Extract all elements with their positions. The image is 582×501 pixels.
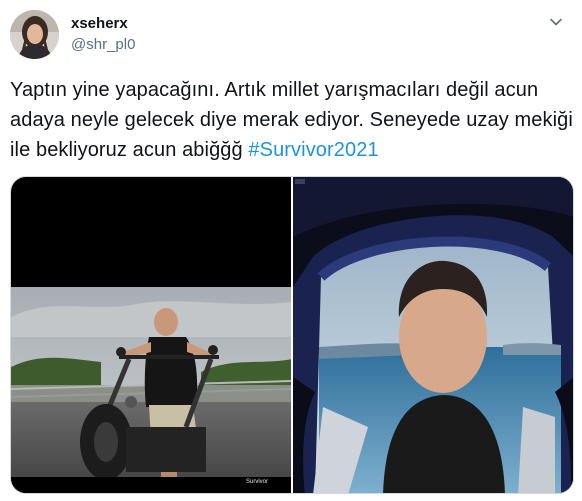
tweet: xseherx @shr_pl0 Yaptın yine yapacağını.… bbox=[0, 0, 582, 501]
author-display-name[interactable]: xseherx bbox=[71, 15, 128, 33]
survivor-watermark: Survivor bbox=[246, 479, 268, 485]
avatar[interactable] bbox=[10, 10, 59, 59]
hashtag-link[interactable]: #Survivor2021 bbox=[248, 139, 378, 161]
motorcycle-photo[interactable]: Survivor bbox=[11, 177, 291, 493]
cockpit-photo[interactable] bbox=[293, 177, 573, 493]
chevron-down-icon bbox=[550, 18, 562, 26]
more-options-button[interactable] bbox=[544, 10, 568, 34]
tweet-text: Yaptın yine yapacağını. Artık millet yar… bbox=[10, 75, 575, 165]
author-handle[interactable]: @shr_pl0 bbox=[71, 36, 135, 54]
media-grid: Survivor bbox=[10, 176, 574, 494]
avatar-image bbox=[10, 10, 59, 59]
